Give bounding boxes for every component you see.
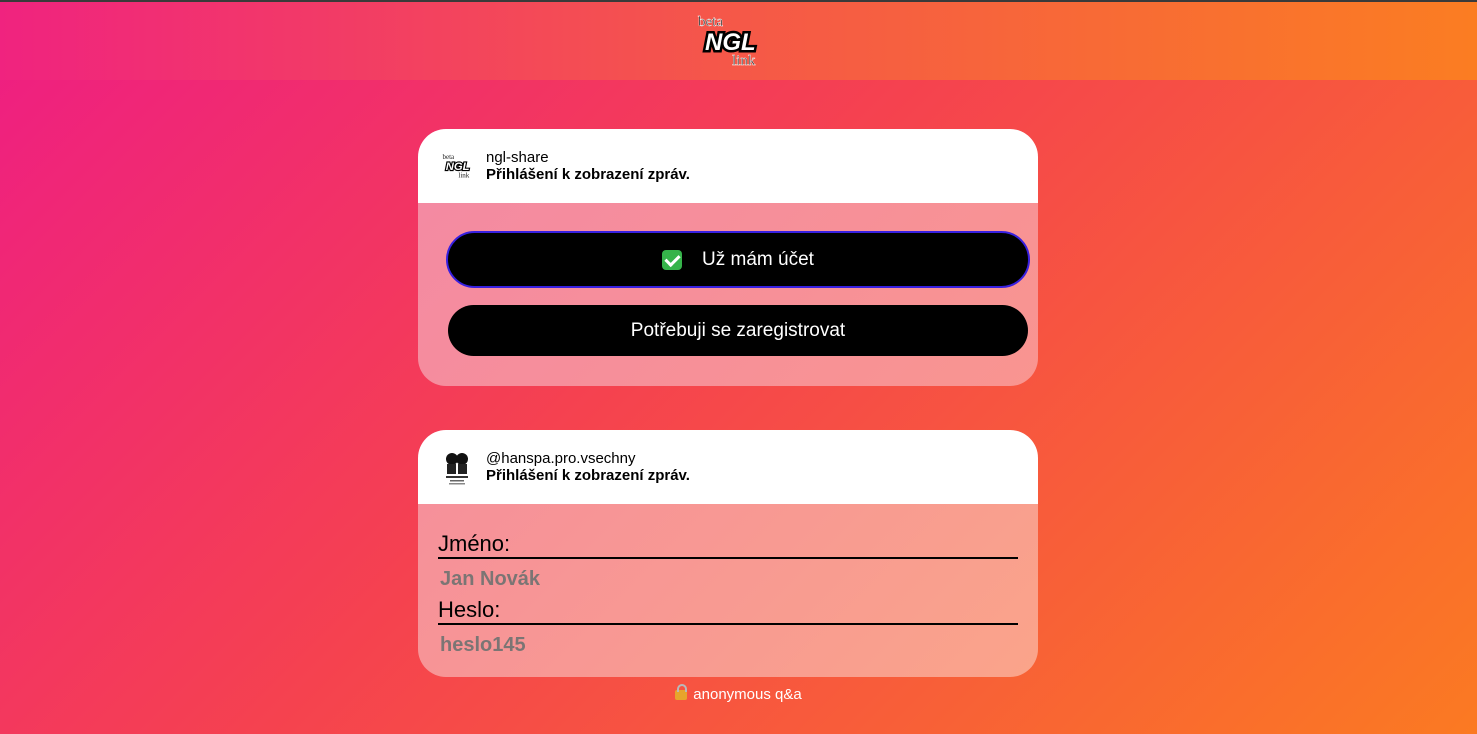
name-underline bbox=[438, 557, 1018, 559]
avatar-icon bbox=[442, 450, 472, 486]
svg-text:link: link bbox=[458, 171, 469, 179]
password-input[interactable]: heslo145 bbox=[440, 634, 526, 657]
password-label: Heslo: bbox=[438, 597, 501, 622]
logo-beta-text: beta bbox=[698, 14, 723, 30]
card-subtitle: Přihlášení k zobrazení zpráv. bbox=[486, 467, 690, 484]
site-header: beta NGL link bbox=[0, 2, 1477, 80]
logo-ngl-text: NGL bbox=[705, 29, 756, 56]
name-label: Jméno: bbox=[438, 531, 511, 556]
card-body: Už mám účet Potřebuji se zaregistrovat bbox=[418, 203, 1038, 386]
card-username: ngl-share bbox=[486, 149, 549, 166]
login-choice-card: beta NGL link ngl-share Přihlášení k zob… bbox=[418, 129, 1038, 386]
ngl-avatar-icon: beta NGL link bbox=[442, 153, 470, 179]
ngl-logo[interactable]: beta NGL link bbox=[697, 12, 761, 70]
register-label: Potřebuji se zaregistrovat bbox=[630, 319, 846, 341]
footer-link[interactable]: anonymous q&a bbox=[0, 684, 1477, 703]
card-body: Jméno: Jan Novák Heslo: heslo145 bbox=[418, 504, 1038, 677]
check-icon bbox=[662, 249, 683, 270]
lock-icon bbox=[675, 684, 688, 700]
name-input[interactable]: Jan Novák bbox=[440, 568, 540, 591]
login-form-card: @hanspa.pro.vsechny Přihlášení k zobraze… bbox=[418, 430, 1038, 677]
password-underline bbox=[438, 623, 1018, 625]
card-header: beta NGL link ngl-share Přihlášení k zob… bbox=[418, 129, 1038, 203]
footer-text: anonymous q&a bbox=[693, 686, 802, 703]
have-account-label: Už mám účet bbox=[702, 248, 814, 270]
have-account-button[interactable]: Už mám účet bbox=[446, 231, 1030, 288]
card-subtitle: Přihlášení k zobrazení zpráv. bbox=[486, 166, 690, 183]
card-username: @hanspa.pro.vsechny bbox=[486, 450, 636, 467]
logo-link-text: link bbox=[732, 53, 756, 69]
register-button[interactable]: Potřebuji se zaregistrovat bbox=[448, 305, 1028, 356]
card-header: @hanspa.pro.vsechny Přihlášení k zobraze… bbox=[418, 430, 1038, 504]
svg-text:beta: beta bbox=[442, 153, 455, 161]
